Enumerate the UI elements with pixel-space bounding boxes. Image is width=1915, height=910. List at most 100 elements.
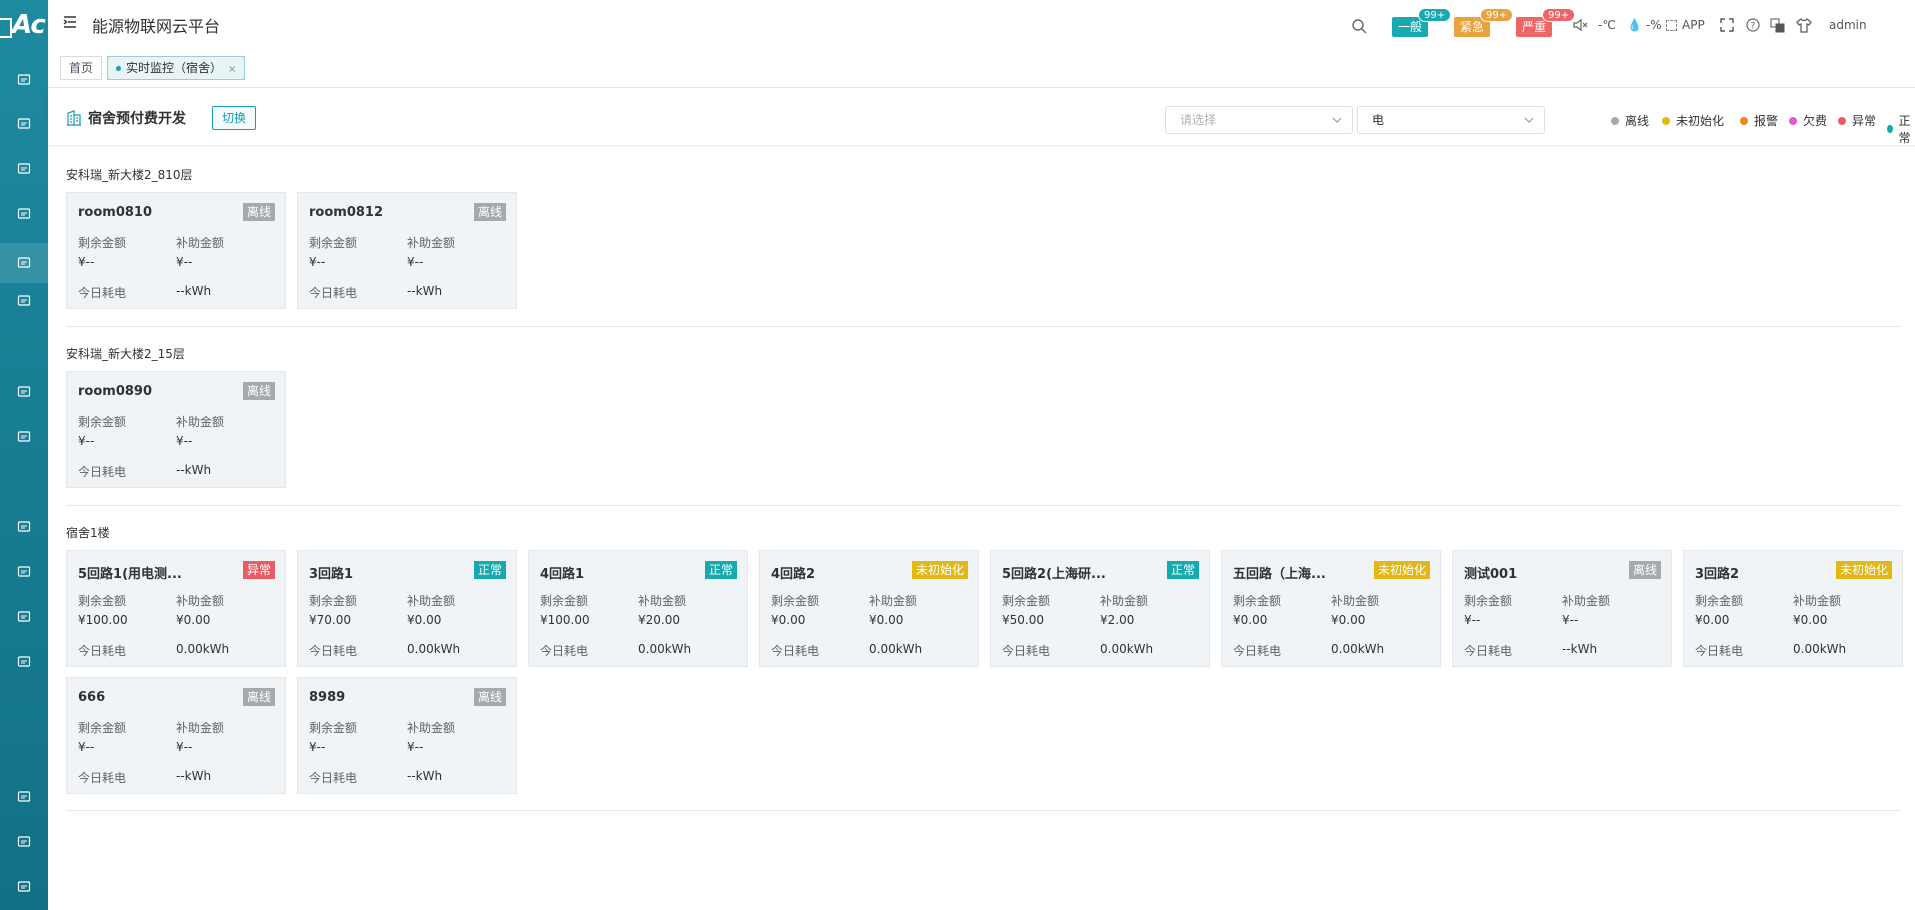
status-badge: 正常 [1166,561,1199,579]
trend-icon[interactable] [15,833,33,851]
today-usage-value: 0.00kWh [1331,642,1385,656]
app-title: 能源物联网云平台 [92,17,221,36]
room-name: 3回路1 [309,567,354,582]
building-icon [67,110,81,126]
room-card[interactable]: 3回路1 正常 剩余金额 补助金额 ¥70.00 ¥0.00 今日耗电 0.00… [297,550,517,667]
remaining-label: 剩余金额 [78,236,127,250]
subsidy-label: 补助金额 [638,594,687,608]
room-card[interactable]: 3回路2 未初始化 剩余金额 补助金额 ¥0.00 ¥0.00 今日耗电 0.0… [1683,550,1903,667]
app-link[interactable]: APP [1666,18,1705,32]
room-card[interactable]: room0890 离线 剩余金额 补助金额 ¥-- ¥-- 今日耗电 --kWh [66,371,286,488]
today-usage-label: 今日耗电 [78,286,127,300]
location-icon[interactable] [15,383,33,401]
room-name: room0890 [78,384,153,399]
chart-screen-icon[interactable] [15,115,33,133]
theme-icon[interactable] [1796,18,1812,33]
mute-icon[interactable] [1572,18,1588,32]
tab-realtime-monitor[interactable]: 实时监控（宿舍） × [107,56,246,80]
today-usage-label: 今日耗电 [309,771,358,785]
subsidy-label: 补助金额 [176,415,225,429]
remaining-label: 剩余金额 [78,721,127,735]
subsidy-label: 补助金额 [1100,594,1149,608]
room-card[interactable]: 测试001 离线 剩余金额 补助金额 ¥-- ¥-- 今日耗电 --kWh [1452,550,1672,667]
help-icon[interactable]: ? [1746,18,1760,32]
status-badge: 正常 [704,561,737,579]
user-group-icon[interactable] [15,205,33,223]
group-title: 宿舍1楼 [66,526,110,540]
subsidy-value: ¥-- [407,740,424,754]
legend-item: 欠费 [1789,112,1827,129]
monitor-icon[interactable] [15,71,33,89]
today-usage-label: 今日耗电 [1464,644,1513,658]
subsidy-label: 补助金额 [1793,594,1842,608]
remaining-label: 剩余金额 [309,721,358,735]
building-select[interactable]: 请选择 [1165,106,1353,134]
display-icon[interactable] [15,160,33,178]
room-card[interactable]: 5回路1(用电测... 异常 剩余金额 补助金额 ¥100.00 ¥0.00 今… [66,550,286,667]
remaining-value: ¥-- [309,740,326,754]
subsidy-value: ¥-- [176,740,193,754]
legend-label: 离线 [1625,114,1650,128]
remaining-label: 剩余金额 [309,594,358,608]
alarm-serious-button[interactable]: 严重 99+ [1516,8,1576,37]
legend-item: 离线 [1611,112,1649,129]
report-icon[interactable] [15,788,33,806]
today-usage-label: 今日耗电 [540,644,589,658]
search-icon[interactable] [1351,18,1367,34]
room-card[interactable]: room0810 离线 剩余金额 补助金额 ¥-- ¥-- 今日耗电 --kWh [66,192,286,309]
alarm-general-button[interactable]: 一般 99+ [1392,8,1452,37]
screen-icon[interactable] [15,653,33,671]
legend-item: 异常 [1838,112,1876,129]
tags-bar: 首页 实时监控（宿舍） × [48,50,1915,88]
bar-chart-icon[interactable] [15,878,33,896]
room-name: 5回路1(用电测... [78,567,182,582]
today-usage-label: 今日耗电 [78,644,127,658]
subsidy-label: 补助金额 [407,594,456,608]
language-icon[interactable] [1770,18,1785,33]
today-usage-value: --kWh [176,284,212,298]
today-usage-label: 今日耗电 [309,286,358,300]
group-divider [66,505,1901,506]
meter-icon[interactable] [15,292,33,310]
subsidy-label: 补助金额 [176,594,225,608]
subsidy-label: 补助金额 [1562,594,1611,608]
room-name: room0812 [309,205,384,220]
room-card[interactable]: 4回路1 正常 剩余金额 补助金额 ¥100.00 ¥20.00 今日耗电 0.… [528,550,748,667]
analysis-icon[interactable] [15,608,33,626]
room-card[interactable]: 666 离线 剩余金额 补助金额 ¥-- ¥-- 今日耗电 --kWh [66,677,286,794]
room-card[interactable]: 8989 离线 剩余金额 补助金额 ¥-- ¥-- 今日耗电 --kWh [297,677,517,794]
remaining-label: 剩余金额 [309,236,358,250]
status-badge: 未初始化 [1835,561,1892,579]
room-card[interactable]: room0812 离线 剩余金额 补助金额 ¥-- ¥-- 今日耗电 --kWh [297,192,517,309]
fullscreen-icon[interactable] [1720,18,1734,32]
room-card[interactable]: 4回路2 未初始化 剩余金额 补助金额 ¥0.00 ¥0.00 今日耗电 0.0… [759,550,979,667]
alarm-urgent-button[interactable]: 紧急 99+ [1454,8,1514,37]
camera-icon[interactable] [15,428,33,446]
tab-home[interactable]: 首页 [60,56,103,80]
today-usage-label: 今日耗电 [309,644,358,658]
group-divider [66,326,1901,327]
status-dot [1740,116,1748,125]
thermometer-icon[interactable] [15,563,33,581]
subsidy-label: 补助金额 [176,236,225,250]
today-usage-value: 0.00kWh [407,642,461,656]
group-divider [66,810,1901,811]
status-badge: 离线 [242,382,275,400]
remaining-label: 剩余金额 [1695,594,1744,608]
remaining-value: ¥70.00 [309,613,351,627]
status-badge: 离线 [242,688,275,706]
chevron-down-icon [1524,117,1534,123]
building-icon[interactable] [0,243,48,283]
room-card[interactable]: 五回路（上海... 未初始化 剩余金额 补助金额 ¥0.00 ¥0.00 今日耗… [1221,550,1441,667]
switch-button[interactable]: 切换 [212,106,257,130]
header-row: 宿舍预付费开发 切换 请选择 电 离线 未初始化 报警 欠费 异常 正常 [48,88,1915,146]
remaining-value: ¥-- [78,255,95,269]
room-card[interactable]: 5回路2(上海研... 正常 剩余金额 补助金额 ¥50.00 ¥2.00 今日… [990,550,1210,667]
subsidy-value: ¥0.00 [869,613,904,627]
close-icon[interactable]: × [228,64,236,75]
remaining-label: 剩余金额 [540,594,589,608]
flame-icon[interactable] [15,518,33,536]
menu-toggle-icon[interactable] [62,14,78,30]
user-name[interactable]: admin [1829,18,1867,32]
energy-type-select[interactable]: 电 [1357,106,1545,134]
